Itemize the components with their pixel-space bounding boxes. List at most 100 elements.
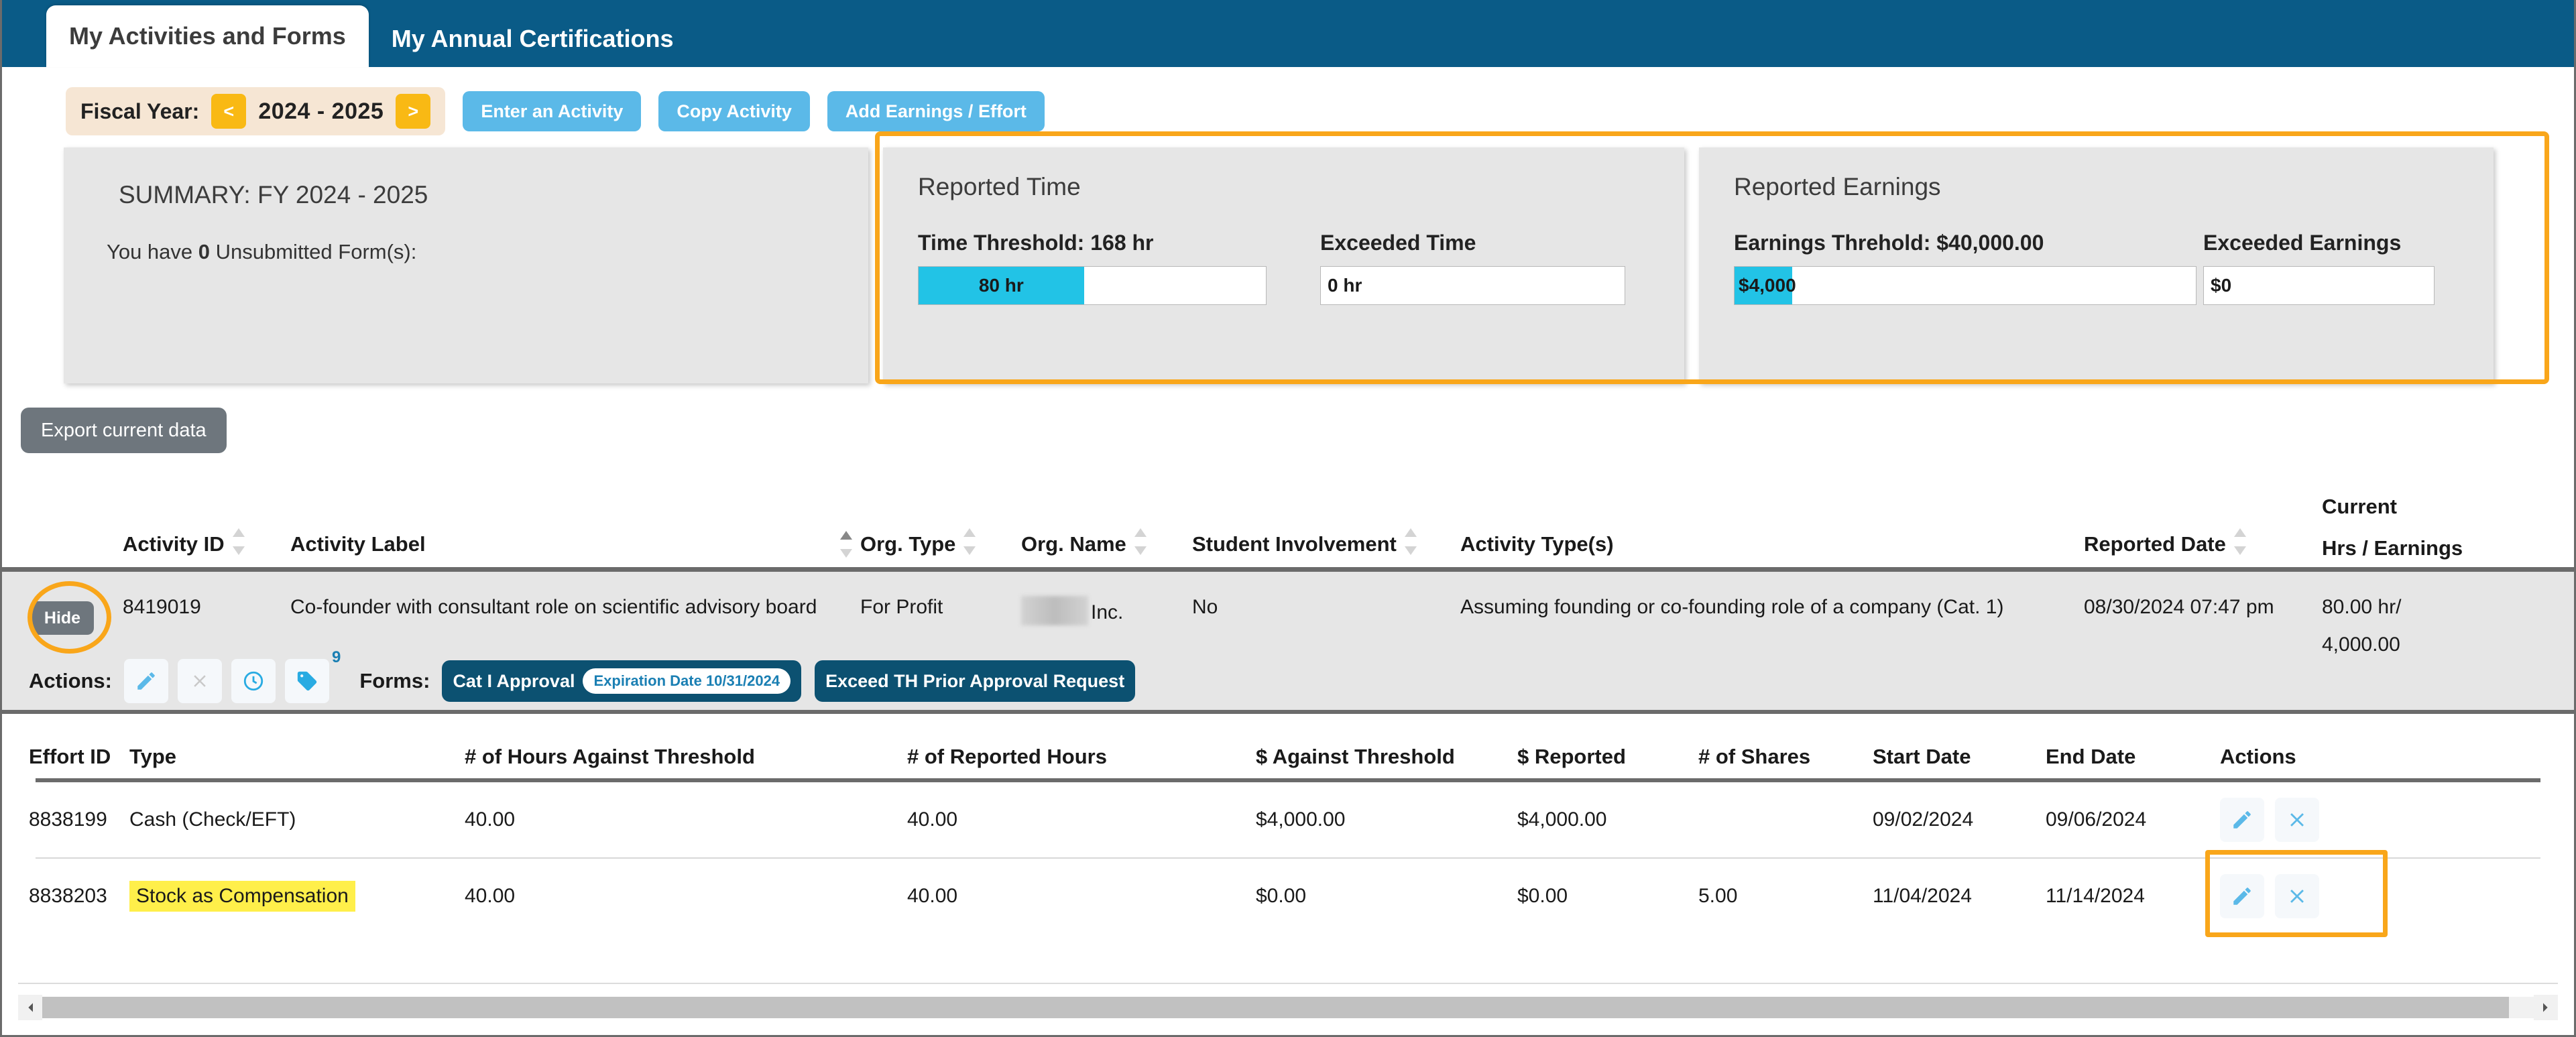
cell-effort-id: 8838199	[29, 808, 107, 831]
forms-label: Forms:	[359, 669, 430, 692]
column-shares: # of Shares	[1698, 745, 1811, 768]
cell-activity-id: 8419019	[123, 596, 201, 618]
tag-icon[interactable]	[285, 659, 329, 703]
highlight-hide-outline	[27, 581, 111, 654]
exceeded-time-field[interactable]: 0 hr	[1320, 266, 1625, 305]
reported-time-panel: Reported Time Time Threshold: 168 hr 80 …	[883, 147, 1684, 383]
cell-end-date: 11/14/2024	[2046, 885, 2145, 907]
column-actions: Actions	[2220, 745, 2296, 768]
cell-dollars-against-threshold: $0.00	[1256, 885, 1307, 907]
horizontal-scrollbar[interactable]	[18, 995, 2558, 1020]
fiscal-year-selector: Fiscal Year: < 2024 - 2025 >	[66, 87, 446, 135]
tag-count-badge: 9	[332, 648, 341, 666]
fiscal-year-next-button[interactable]: >	[396, 94, 431, 129]
column-org-type[interactable]: Org. Type	[860, 527, 1021, 560]
column-dollars-reported: $ Reported	[1517, 745, 1626, 768]
cell-hours-against-threshold: 40.00	[465, 885, 516, 907]
sort-icon[interactable]	[1134, 527, 1147, 556]
reported-time-value: 80 hr	[978, 275, 1024, 296]
column-label: Org. Name	[1021, 532, 1126, 556]
cat-i-approval-form-button[interactable]: Cat I Approval Expiration Date 10/31/202…	[442, 660, 802, 702]
activity-header-divider	[2, 567, 2574, 572]
current-earnings: 4,000.00	[2322, 633, 2400, 656]
clock-icon[interactable]	[231, 659, 276, 703]
column-current-hrs-earnings[interactable]: Current Hrs / Earnings	[2322, 495, 2523, 560]
unsubmitted-forms-text: You have 0 Unsubmitted Form(s):	[107, 240, 833, 264]
column-activity-label[interactable]: Activity Label	[290, 530, 860, 560]
exceeded-time-value: 0 hr	[1328, 275, 1362, 296]
column-start-date: Start Date	[1873, 745, 1971, 768]
enter-an-activity-button[interactable]: Enter an Activity	[463, 91, 642, 131]
form-button-label: Cat I Approval	[453, 670, 575, 691]
exceeded-time-label: Exceeded Time	[1320, 231, 1476, 255]
edit-pencil-icon[interactable]	[2220, 798, 2264, 842]
exceed-th-prior-approval-request-button[interactable]: Exceed TH Prior Approval Request	[815, 660, 1136, 702]
delete-x-icon[interactable]	[2275, 798, 2319, 842]
fiscal-year-label: Fiscal Year:	[80, 99, 200, 123]
cell-student-involvement: No	[1192, 596, 1218, 618]
tab-label: My Activities and Forms	[69, 22, 346, 50]
copy-activity-button[interactable]: Copy Activity	[658, 91, 810, 131]
reported-time-progress: 80 hr	[918, 266, 1267, 305]
cell-activity-types: Assuming founding or co-founding role of…	[1460, 596, 2004, 618]
column-label: Reported Date	[2084, 532, 2226, 556]
effort-table-row: 8838203 Stock as Compensation 40.00 40.0…	[2, 850, 2574, 937]
cell-reported-hours: 40.00	[907, 885, 958, 907]
summary-title: SUMMARY: FY 2024 - 2025	[119, 181, 428, 208]
cell-current-hrs-earnings: 80.00 hr/ 4,000.00	[2322, 596, 2523, 656]
current-hours: 80.00 hr/	[2322, 596, 2402, 618]
column-activity-types[interactable]: Activity Type(s)	[1460, 532, 2084, 560]
reported-earnings-panel: Reported Earnings Earnings Threhold: $40…	[1699, 147, 2494, 383]
application-window: My Activities and Forms My Annual Certif…	[0, 0, 2576, 1037]
sort-icon[interactable]	[2233, 527, 2246, 556]
sort-icon[interactable]	[963, 527, 976, 556]
column-activity-id[interactable]: Activity ID	[123, 527, 290, 560]
column-label: Activity Label	[290, 532, 426, 556]
exceeded-earnings-field[interactable]: $0	[2203, 266, 2435, 305]
cell-reported-date: 08/30/2024 07:47 pm	[2084, 596, 2274, 618]
column-student-involvement[interactable]: Student Involvement	[1192, 527, 1460, 560]
cell-dollars-against-threshold: $4,000.00	[1256, 808, 1346, 831]
highlight-actions-outline	[2205, 850, 2388, 937]
export-toolbar: Export current data	[2, 383, 2574, 453]
scrollbar-track[interactable]	[42, 997, 2534, 1018]
cell-end-date: 09/06/2024	[2046, 808, 2147, 831]
column-label: Student Involvement	[1192, 532, 1397, 556]
cell-actions	[2205, 850, 2388, 937]
expiration-date-pill: Expiration Date 10/31/2024	[583, 668, 791, 694]
sort-icon[interactable]	[232, 527, 245, 556]
reported-earnings-progress: $4,000	[1734, 266, 2197, 305]
column-effort-id: Effort ID	[29, 745, 111, 768]
fiscal-year-prev-button[interactable]: <	[211, 94, 247, 129]
scrollbar-thumb[interactable]	[42, 997, 2509, 1018]
cell-dollars-reported: $4,000.00	[1517, 808, 1607, 831]
column-label: Activity Type(s)	[1460, 532, 1614, 556]
scroll-right-arrow-icon[interactable]	[2534, 995, 2558, 1020]
tab-my-annual-certifications[interactable]: My Annual Certifications	[369, 11, 697, 67]
org-name-suffix: Inc.	[1091, 601, 1124, 623]
scroll-left-arrow-icon[interactable]	[18, 995, 42, 1020]
column-reported-date[interactable]: Reported Date	[2084, 527, 2322, 560]
cell-start-date: 11/04/2024	[1873, 885, 1972, 907]
cell-org-name: Inc.	[1021, 596, 1192, 625]
x-icon[interactable]	[178, 659, 222, 703]
unsubmitted-suffix: Unsubmitted Form(s):	[210, 240, 417, 263]
cell-hours-against-threshold: 40.00	[465, 808, 516, 831]
activity-table-row: Hide 8419019 Co-founder with consultant …	[2, 572, 2574, 656]
sort-icon-asc[interactable]	[840, 530, 852, 559]
cell-type: Stock as Compensation	[129, 881, 465, 912]
activity-table-header: Activity ID Activity Label Org. Type Org…	[2, 453, 2574, 567]
toolbar: Fiscal Year: < 2024 - 2025 > Enter an Ac…	[2, 67, 2574, 135]
add-earnings-effort-button[interactable]: Add Earnings / Effort	[827, 91, 1045, 131]
exceeded-earnings-value: $0	[2211, 275, 2232, 296]
pencil-icon[interactable]	[124, 659, 168, 703]
cell-actions	[2220, 798, 2388, 842]
tab-my-activities-and-forms[interactable]: My Activities and Forms	[46, 5, 369, 67]
reported-earnings-value: $4,000	[1739, 275, 1796, 296]
export-current-data-button[interactable]: Export current data	[21, 408, 227, 453]
effort-table-row: 8838199 Cash (Check/EFT) 40.00 40.00 $4,…	[2, 782, 2574, 857]
column-org-name[interactable]: Org. Name	[1021, 527, 1192, 560]
sort-icon[interactable]	[1404, 527, 1417, 556]
fiscal-year-value: 2024 - 2025	[258, 98, 384, 124]
type-highlighted-value: Stock as Compensation	[129, 881, 355, 912]
